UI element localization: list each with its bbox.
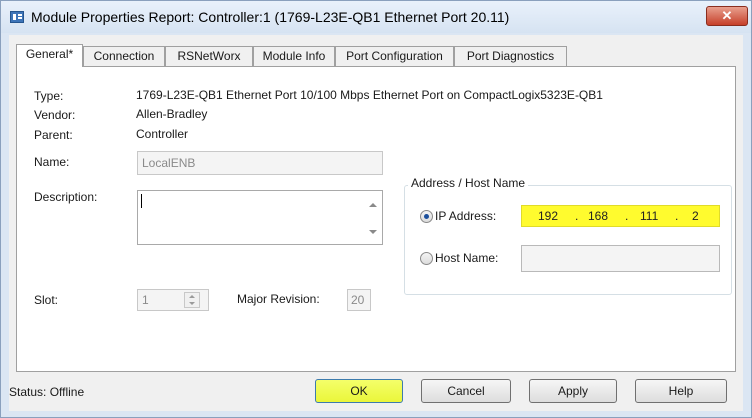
- ip-address-field[interactable]: 192 . 168 . 111 . 2: [521, 205, 720, 227]
- tab-general[interactable]: General*: [16, 44, 83, 67]
- slot-label: Slot:: [34, 293, 59, 307]
- tab-connection[interactable]: Connection: [83, 46, 165, 66]
- scroll-down-icon[interactable]: [369, 230, 377, 234]
- title-bar[interactable]: Module Properties Report: Controller:1 (…: [1, 1, 751, 33]
- ip-separator: .: [625, 209, 629, 223]
- apply-button[interactable]: Apply: [529, 379, 617, 403]
- ip-separator: .: [575, 209, 579, 223]
- host-name-field[interactable]: [521, 245, 720, 272]
- ip-octet-4[interactable]: 2: [692, 209, 699, 223]
- parent-label: Parent:: [34, 128, 73, 142]
- type-value: 1769-L23E-QB1 Ethernet Port 10/100 Mbps …: [136, 88, 603, 102]
- text-caret: [141, 194, 142, 208]
- tab-module-info[interactable]: Module Info: [253, 46, 335, 66]
- description-label: Description:: [34, 190, 98, 204]
- spin-down-icon[interactable]: [189, 302, 195, 305]
- ip-octet-1[interactable]: 192: [538, 209, 558, 223]
- tab-rsnetworx[interactable]: RSNetWorx: [165, 46, 253, 66]
- vendor-label: Vendor:: [34, 108, 76, 122]
- cancel-button[interactable]: Cancel: [421, 379, 511, 403]
- ip-separator: .: [675, 209, 679, 223]
- ip-octet-2[interactable]: 168: [588, 209, 608, 223]
- spin-up-icon[interactable]: [189, 295, 195, 298]
- slot-spin-buttons[interactable]: [184, 292, 200, 308]
- address-host-group: [404, 185, 732, 295]
- help-button[interactable]: Help: [635, 379, 727, 403]
- name-label: Name:: [34, 155, 70, 169]
- scroll-up-icon[interactable]: [369, 203, 377, 207]
- tab-port-configuration[interactable]: Port Configuration: [335, 46, 454, 66]
- description-textarea[interactable]: [137, 190, 383, 245]
- name-value: LocalENB: [142, 156, 196, 170]
- tab-port-diagnostics[interactable]: Port Diagnostics: [454, 46, 567, 66]
- major-revision-value: 20: [351, 293, 365, 307]
- type-label: Type:: [34, 89, 64, 103]
- ip-octet-3[interactable]: 111: [640, 209, 658, 223]
- close-button[interactable]: ✕: [706, 6, 748, 26]
- vendor-value: Allen-Bradley: [136, 107, 208, 121]
- ok-button[interactable]: OK: [315, 379, 403, 403]
- app-icon: [10, 11, 24, 23]
- major-revision-field[interactable]: 20: [347, 289, 371, 311]
- slot-spinner[interactable]: 1: [137, 289, 209, 311]
- description-scrollbar[interactable]: [364, 192, 381, 243]
- window-title: Module Properties Report: Controller:1 (…: [31, 9, 510, 25]
- dialog-client-area: General* Connection RSNetWorx Module Inf…: [9, 35, 743, 411]
- host-name-label: Host Name:: [435, 251, 499, 265]
- major-revision-label: Major Revision:: [237, 292, 320, 306]
- address-group-title: Address / Host Name: [408, 176, 529, 190]
- ip-address-label: IP Address:: [435, 209, 497, 223]
- name-field[interactable]: LocalENB: [137, 151, 383, 175]
- general-tab-panel: Type: 1769-L23E-QB1 Ethernet Port 10/100…: [16, 66, 736, 372]
- ip-address-radio[interactable]: [420, 210, 433, 223]
- host-name-radio[interactable]: [420, 252, 433, 265]
- status-text: Status: Offline: [9, 385, 85, 399]
- slot-value: 1: [142, 293, 149, 307]
- close-icon: ✕: [721, 8, 733, 23]
- module-properties-window: Module Properties Report: Controller:1 (…: [0, 0, 752, 418]
- parent-value: Controller: [136, 127, 189, 141]
